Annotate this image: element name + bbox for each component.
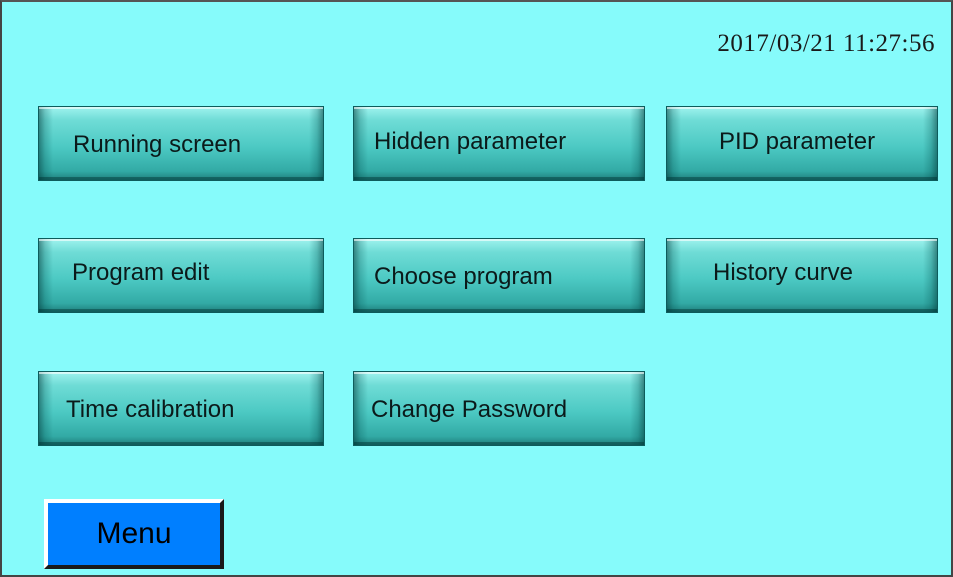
time-calibration-button[interactable]: Time calibration (38, 371, 324, 446)
choose-program-button[interactable]: Choose program (353, 238, 645, 313)
running-screen-label: Running screen (73, 131, 242, 158)
hidden-parameter-button[interactable]: Hidden parameter (353, 106, 645, 181)
datetime-display: 2017/03/21 11:27:56 (717, 30, 935, 57)
change-password-label: Change Password (371, 396, 568, 423)
program-edit-label: Program edit (72, 259, 210, 286)
hidden-parameter-label: Hidden parameter (374, 128, 567, 155)
history-curve-label: History curve (713, 259, 854, 286)
pid-parameter-label: PID parameter (719, 128, 876, 155)
change-password-button[interactable]: Change Password (353, 371, 645, 446)
hmi-screen: 2017/03/21 11:27:56 Running screen Hidde… (0, 0, 953, 577)
menu-button[interactable]: Menu (44, 499, 224, 569)
choose-program-label: Choose program (374, 263, 553, 290)
history-curve-button[interactable]: History curve (666, 238, 938, 313)
menu-button-label: Menu (96, 517, 172, 550)
pid-parameter-button[interactable]: PID parameter (666, 106, 938, 181)
time-calibration-label: Time calibration (66, 396, 235, 423)
running-screen-button[interactable]: Running screen (38, 106, 324, 181)
program-edit-button[interactable]: Program edit (38, 238, 324, 313)
